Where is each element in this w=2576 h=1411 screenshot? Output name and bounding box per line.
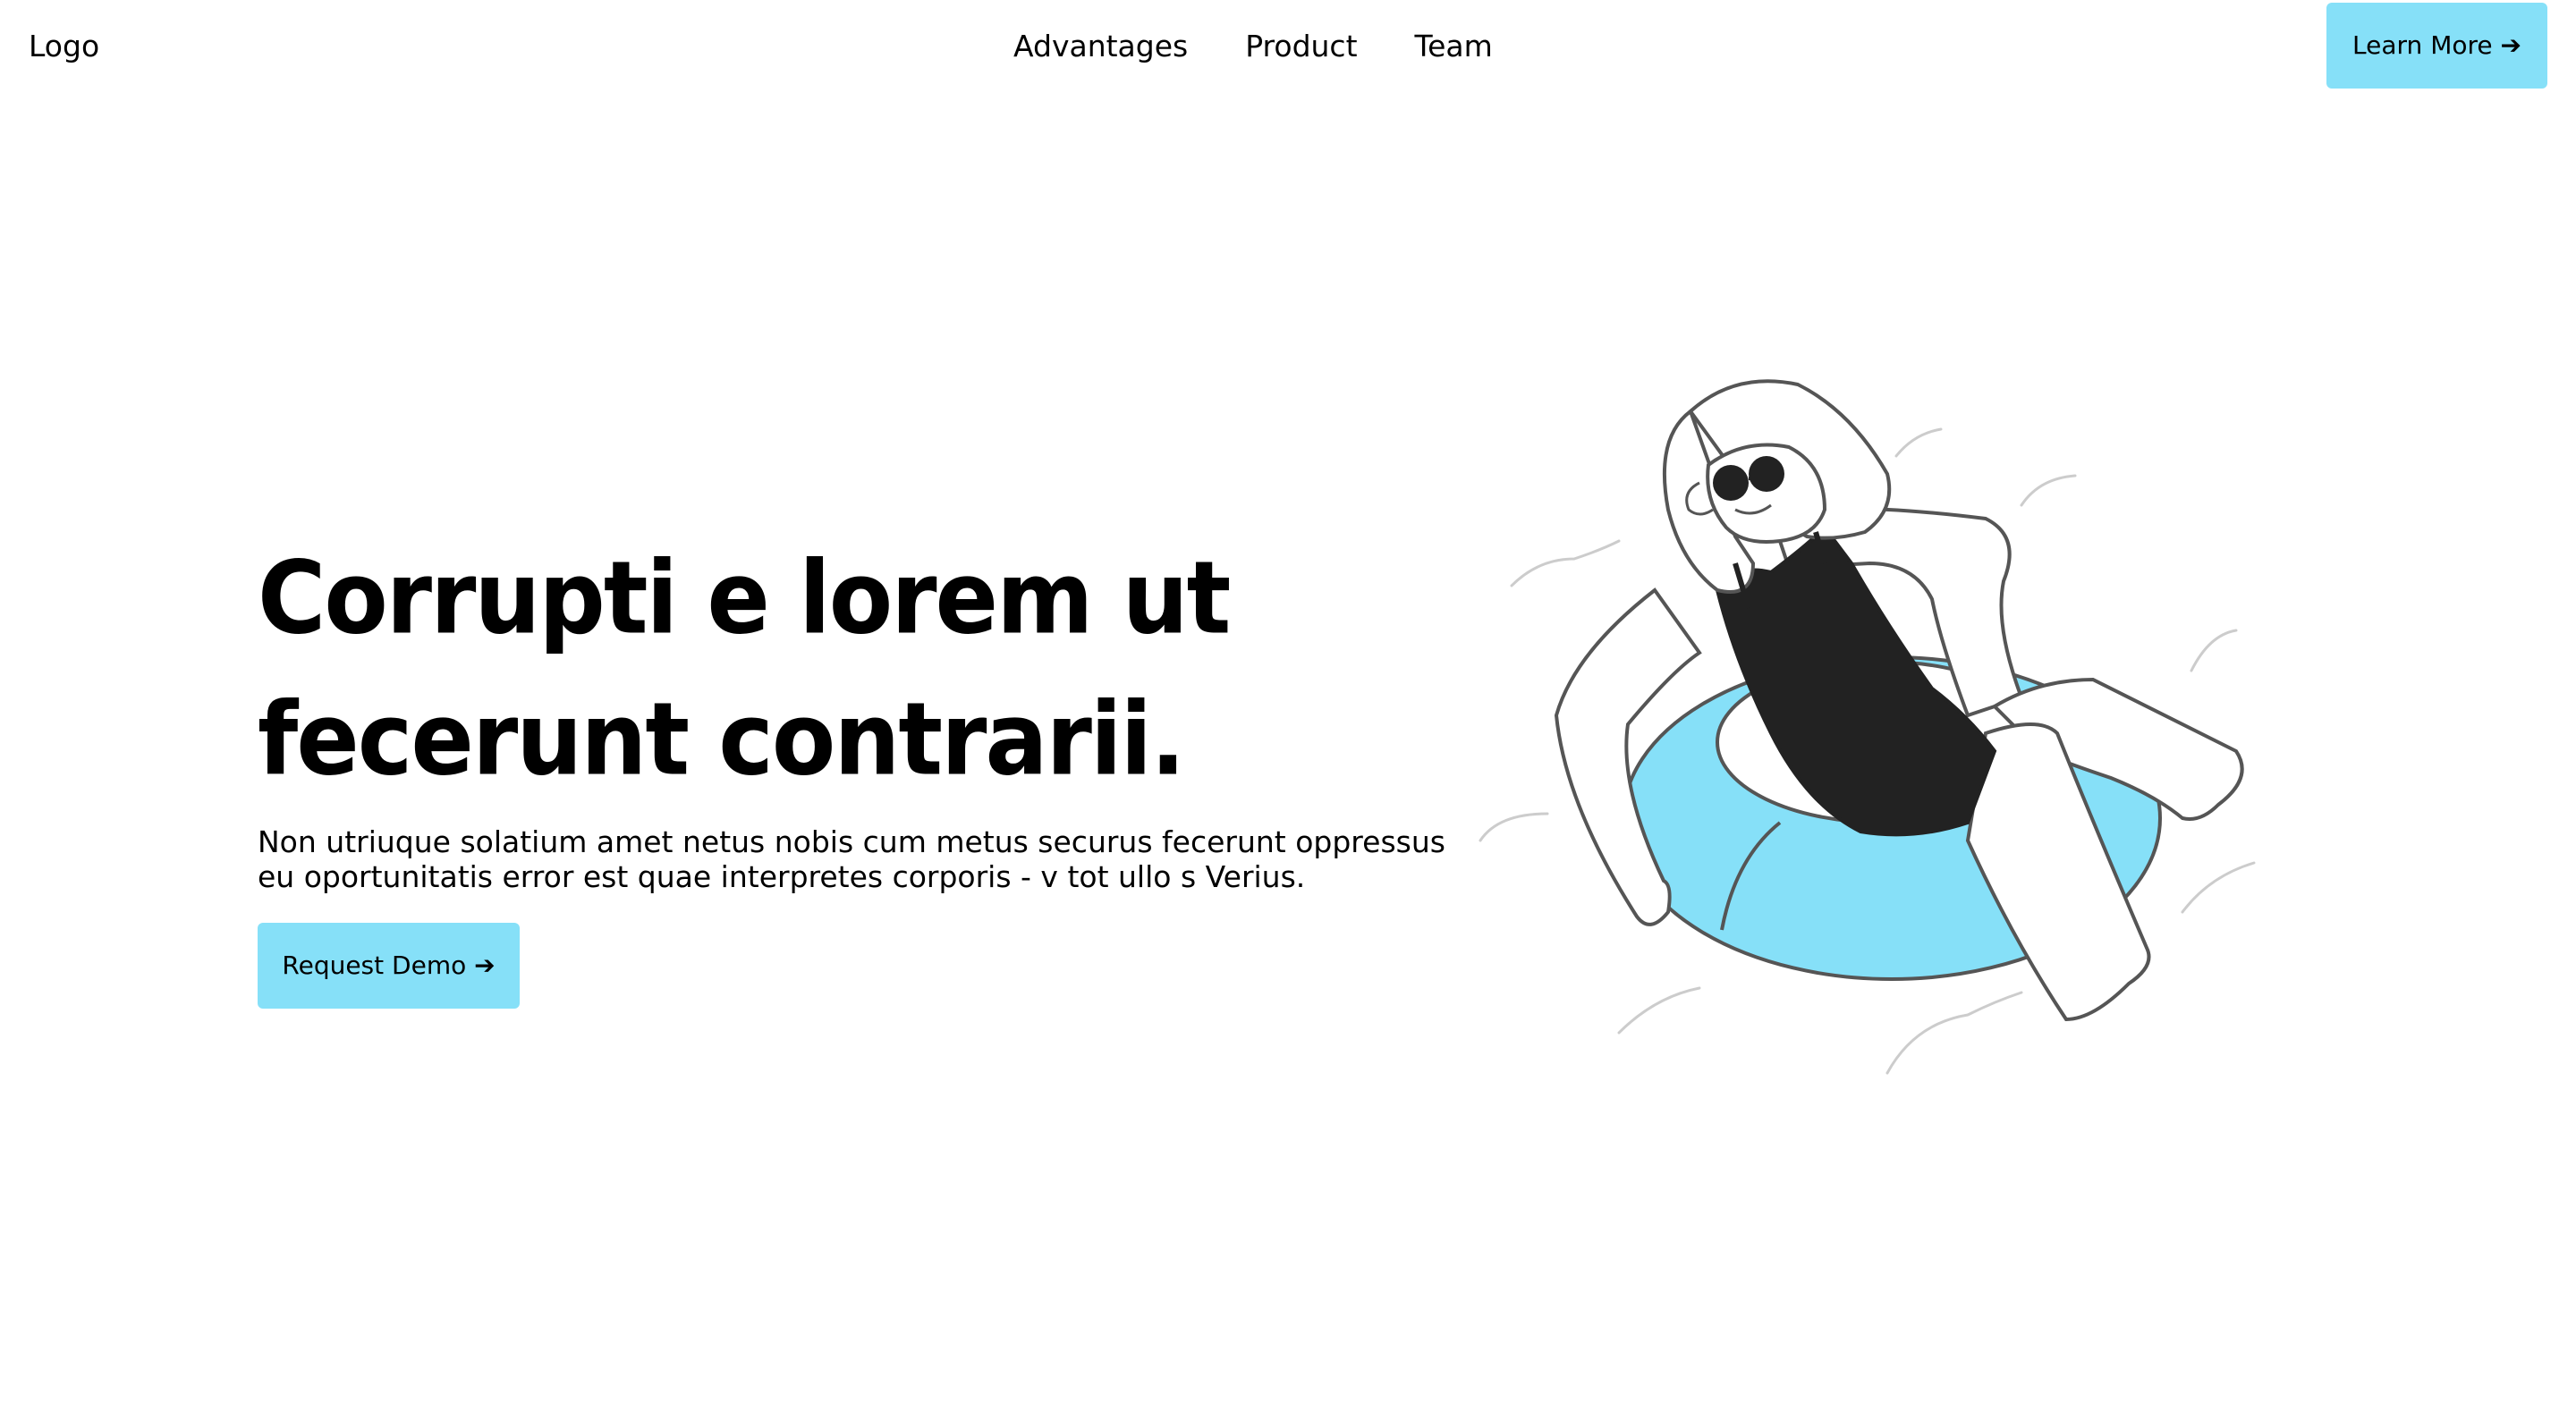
logo[interactable]: Logo [29, 27, 99, 66]
nav-link-advantages[interactable]: Advantages [1013, 27, 1188, 66]
top-navigation: Logo Advantages Product Team Learn More … [0, 0, 2576, 93]
learn-more-button[interactable]: Learn More ➔ [2326, 3, 2547, 89]
nav-link-product[interactable]: Product [1245, 27, 1357, 66]
nav-links: Advantages Product Team [1013, 27, 1493, 66]
hero-content: Corrupti e lorem ut fecerunt contrarii. … [258, 528, 1483, 1009]
woman-floating-on-swim-ring-illustration [1467, 358, 2326, 1091]
nav-link-team[interactable]: Team [1415, 27, 1493, 66]
request-demo-button[interactable]: Request Demo ➔ [258, 923, 520, 1009]
hero-title: Corrupti e lorem ut fecerunt contrarii. [258, 538, 1231, 798]
hero-subtitle: Non utriuque solatium amet netus nobis c… [258, 824, 1445, 894]
